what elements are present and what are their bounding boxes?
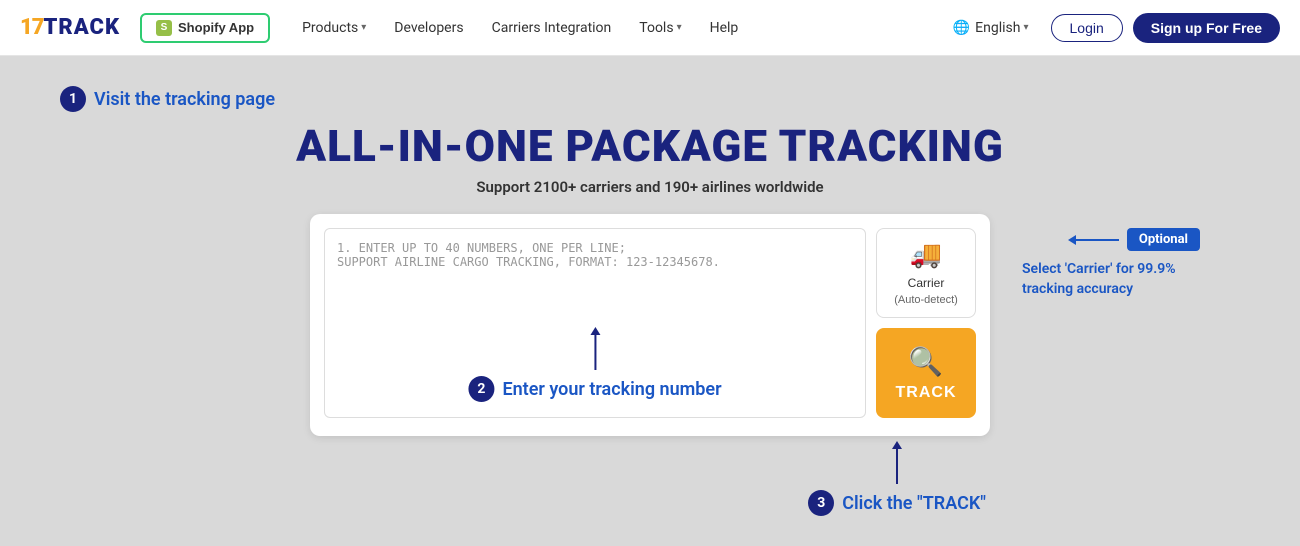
track-icon: 🔍: [908, 345, 944, 378]
optional-annotation: Optional: [1075, 228, 1200, 251]
main-content: 1 Visit the tracking page ALL-IN-ONE PAC…: [0, 56, 1300, 466]
navbar: 17 TRACK S Shopify App Products ▾ Develo…: [0, 0, 1300, 56]
optional-desc: Select 'Carrier' for 99.9% tracking accu…: [1022, 260, 1192, 299]
step2-annotation: 2 Enter your tracking number: [468, 334, 721, 402]
tracking-sidebar: 🚚 Carrier (Auto-detect) 🔍 TRACK: [876, 228, 976, 422]
nav-item-developers[interactable]: Developers: [382, 14, 475, 42]
logo-track: TRACK: [44, 15, 121, 40]
nav-links: Products ▾ Developers Carriers Integrati…: [290, 14, 941, 42]
nav-item-carriers[interactable]: Carriers Integration: [480, 14, 624, 42]
nav-item-tools[interactable]: Tools ▾: [627, 14, 693, 42]
shopify-icon: S: [156, 20, 172, 36]
step3-annotation: 3 Click the "TRACK": [808, 448, 986, 516]
shopify-app-button[interactable]: S Shopify App: [140, 13, 270, 43]
logo-17: 17: [20, 15, 44, 40]
track-button[interactable]: 🔍 TRACK: [876, 328, 976, 418]
shopify-label: Shopify App: [178, 20, 254, 35]
globe-icon: 🌐: [953, 20, 970, 36]
nav-item-help[interactable]: Help: [698, 14, 751, 42]
step3-circle: 3: [808, 490, 834, 516]
page-title: ALL-IN-ONE PACKAGE TRACKING: [296, 120, 1004, 172]
step2-circle: 2: [468, 376, 494, 402]
step1-circle: 1: [60, 86, 86, 112]
chevron-down-icon: ▾: [677, 22, 682, 33]
nav-actions: 🌐 English ▾ Login Sign up For Free: [941, 13, 1280, 43]
chevron-down-icon: ▾: [361, 22, 366, 33]
step2-text: Enter your tracking number: [502, 379, 721, 400]
carrier-button[interactable]: 🚚 Carrier (Auto-detect): [876, 228, 976, 318]
tracking-textarea-wrap: // Set placeholder-like text content doc…: [324, 228, 866, 422]
logo: 17 TRACK: [20, 15, 120, 40]
optional-badge: Optional: [1127, 228, 1200, 251]
language-selector[interactable]: 🌐 English ▾: [941, 14, 1041, 42]
carrier-label: Carrier (Auto-detect): [894, 276, 958, 307]
truck-icon: 🚚: [910, 239, 942, 270]
subtitle: Support 2100+ carriers and 190+ airlines…: [476, 178, 823, 196]
login-button[interactable]: Login: [1051, 14, 1123, 42]
tracking-widget: // Set placeholder-like text content doc…: [310, 214, 990, 436]
step3-text: Click the "TRACK": [842, 493, 986, 514]
step1-label: 1 Visit the tracking page: [60, 86, 275, 112]
nav-item-products[interactable]: Products ▾: [290, 14, 378, 42]
signup-button[interactable]: Sign up For Free: [1133, 13, 1280, 43]
step1-text: Visit the tracking page: [94, 89, 275, 110]
chevron-down-icon: ▾: [1023, 22, 1028, 33]
